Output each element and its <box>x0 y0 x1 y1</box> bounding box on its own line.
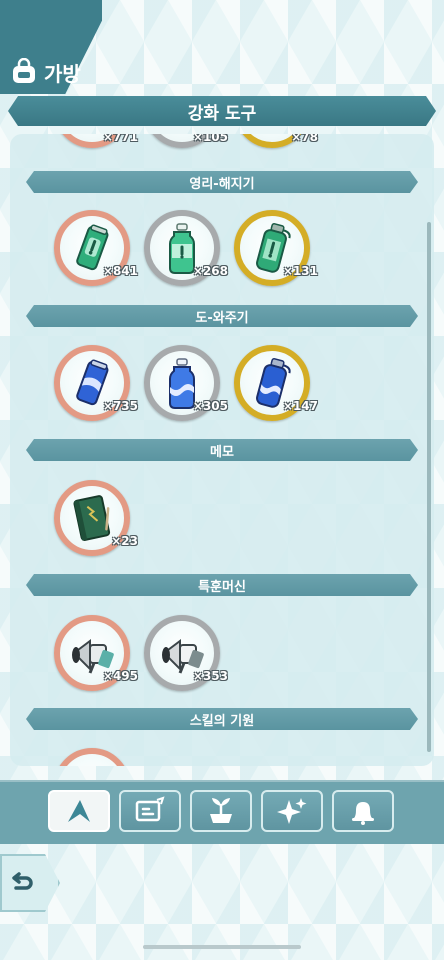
item-partial-bottom[interactable] <box>54 748 130 766</box>
category-header: 도-와주기 <box>26 305 418 327</box>
item-count: ×735 <box>102 399 138 413</box>
item-count: ×105 <box>192 134 228 144</box>
bell-icon <box>352 802 374 825</box>
tool-button-evolution[interactable] <box>190 790 252 832</box>
item-partial-2[interactable]: ×105 <box>144 134 228 148</box>
item-count: ×305 <box>192 399 228 413</box>
item-green-bottle[interactable]: ×268 <box>144 210 228 286</box>
item-panel[interactable]: ×771 ×105 ×78 영리-해지기 ×841 ×268 ×131 도-와주… <box>10 134 434 766</box>
return-arrow-icon <box>12 872 33 890</box>
category-title: 특훈머신 <box>198 579 246 595</box>
header: 가방 <box>10 56 81 88</box>
page-title: 가방 <box>44 61 81 86</box>
bag-icon <box>13 58 35 83</box>
level-up-arrow-icon <box>68 800 90 822</box>
tool-button-level-up[interactable] <box>48 790 110 832</box>
skill-card-icon <box>135 796 165 822</box>
category-title: 메모 <box>210 444 234 460</box>
category-title: 스킬의 기원 <box>189 713 255 729</box>
section-banner: 강화 도구 <box>8 96 436 126</box>
item-count: ×353 <box>192 669 228 683</box>
category-header: 스킬의 기원 <box>26 708 418 730</box>
category-header: 특훈머신 <box>26 574 418 596</box>
item-memo[interactable]: ×23 <box>54 480 138 556</box>
item-count: ×78 <box>291 134 318 144</box>
item-count: ×131 <box>282 264 318 278</box>
item-partial-1[interactable]: ×771 <box>54 134 138 148</box>
category-header: 메모 <box>26 439 418 461</box>
item-count: ×495 <box>102 669 138 683</box>
tool-button-skill[interactable] <box>119 790 181 832</box>
item-megaphone-silver[interactable]: ×353 <box>144 615 228 691</box>
section-title: 강화 도구 <box>187 103 257 124</box>
scrollbar[interactable] <box>427 222 431 752</box>
item-megaphone[interactable]: ×495 <box>54 615 138 691</box>
item-count: ×771 <box>102 134 138 144</box>
item-blue-can[interactable]: ×735 <box>54 345 138 421</box>
sparkle-icon <box>277 798 307 824</box>
item-count: ×268 <box>192 264 228 278</box>
tool-button-bell[interactable] <box>332 790 394 832</box>
item-count: ×23 <box>111 534 138 548</box>
item-blue-flask[interactable]: ×147 <box>234 345 318 421</box>
item-blue-bottle[interactable]: ×305 <box>144 345 228 421</box>
item-count: ×147 <box>282 399 318 413</box>
bottom-toolbar <box>0 780 444 844</box>
category-title: 영리-해지기 <box>189 176 255 192</box>
category-title: 도-와주기 <box>195 310 249 326</box>
item-partial-3[interactable]: ×78 <box>234 134 318 148</box>
item-count: ×841 <box>102 264 138 278</box>
back-button[interactable] <box>0 854 60 912</box>
category-header: 영리-해지기 <box>26 171 418 193</box>
home-indicator[interactable] <box>143 945 301 949</box>
item-green-can[interactable]: ×841 <box>54 210 138 286</box>
tool-button-sparkle[interactable] <box>261 790 323 832</box>
memo-book-icon <box>73 495 111 541</box>
evolution-plant-icon <box>210 798 232 823</box>
item-green-flask[interactable]: ×131 <box>234 210 318 286</box>
